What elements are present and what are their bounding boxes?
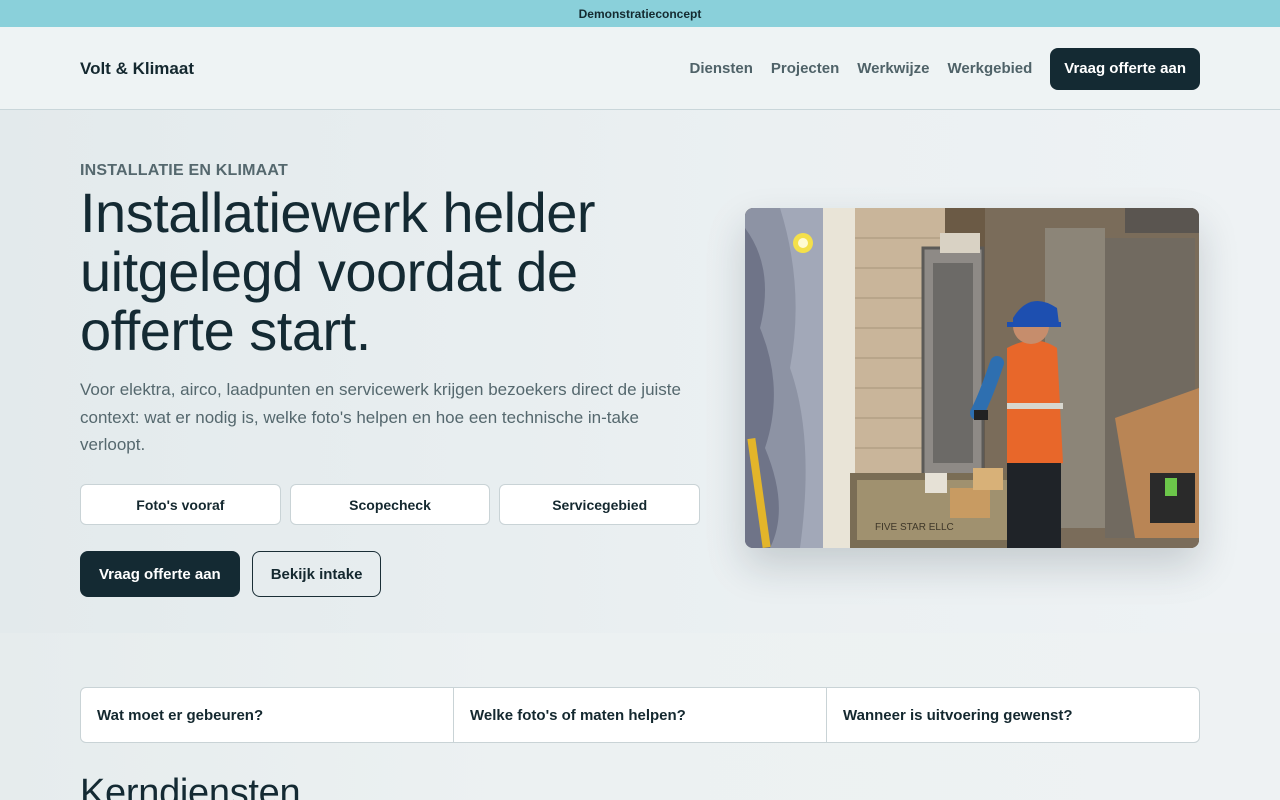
nav-link-werkgebied[interactable]: Werkgebied — [948, 60, 1033, 77]
main-nav: Diensten Projecten Werkwijze Werkgebied … — [690, 27, 1200, 110]
hero-cta-row: Vraag offerte aan Bekijk intake — [80, 551, 382, 597]
electrician-photo-illustration: FIVE STAR ELLC — [745, 208, 1199, 548]
announcement-bar: Demonstratieconcept — [0, 0, 1280, 27]
site-header: Volt & Klimaat Diensten Projecten Werkwi… — [0, 27, 1280, 110]
view-intake-button[interactable]: Bekijk intake — [251, 551, 382, 597]
nav-link-werkwijze[interactable]: Werkwijze — [857, 60, 929, 77]
question-photos: Welke foto's of maten helpen? — [454, 688, 827, 742]
brand-logo[interactable]: Volt & Klimaat — [80, 27, 194, 110]
announcement-label: Demonstratieconcept — [578, 6, 702, 21]
hero-title: Installatiewerk helder uitgelegd voordat… — [80, 181, 596, 362]
hero-eyebrow: INSTALLATIE EN KLIMAAT — [80, 162, 288, 179]
question-when: Wanneer is uitvoering gewenst? — [843, 706, 1073, 724]
question-what: Wat moet er gebeuren? — [81, 688, 454, 742]
chip-photos[interactable]: Foto's vooraf — [80, 484, 281, 525]
photo-caption: FIVE STAR ELLC — [875, 522, 954, 533]
chip-service-area[interactable]: Servicegebied — [499, 484, 701, 525]
nav-link-diensten[interactable]: Diensten — [690, 60, 753, 77]
nav-link-projecten[interactable]: Projecten — [771, 60, 839, 77]
hero-photo: FIVE STAR ELLC — [745, 208, 1199, 548]
hero-lead: Voor elektra, airco, laadpunten en servi… — [80, 380, 681, 454]
hero-chips: Foto's vooraf Scopecheck Servicegebied — [80, 484, 701, 525]
intake-questions: Wat moet er gebeuren? Welke foto's of ma… — [80, 687, 1200, 743]
hero-quote-button[interactable]: Vraag offerte aan — [80, 551, 240, 597]
chip-scopecheck[interactable]: Scopecheck — [289, 484, 491, 525]
core-services-title: Kerndiensten — [80, 772, 301, 800]
header-quote-button[interactable]: Vraag offerte aan — [1050, 47, 1200, 90]
